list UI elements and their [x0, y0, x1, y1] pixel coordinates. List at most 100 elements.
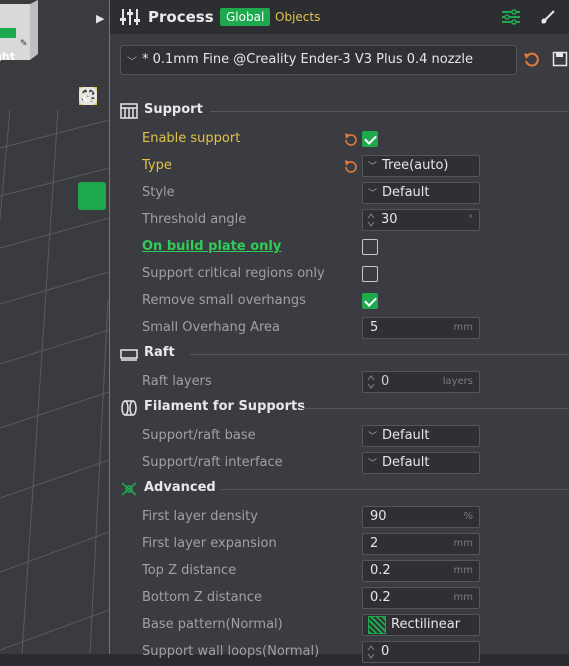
- setting-label[interactable]: On build plate only: [142, 239, 281, 254]
- section-label: Raft: [144, 345, 175, 360]
- chevron-down-icon: ﹀: [368, 432, 378, 442]
- select-value: Default: [382, 185, 430, 200]
- unit-label: mm: [453, 592, 473, 603]
- settings-list-icon[interactable]: [502, 9, 520, 25]
- process-panel: ▶ Process Global Objects ﹀ * 0.1mm Fine …: [96, 0, 569, 663]
- setting-label: Threshold angle: [142, 212, 247, 227]
- divider: [220, 489, 569, 490]
- row-on-build-plate-only: On build plate only: [110, 235, 569, 261]
- enable-support-checkbox[interactable]: [362, 131, 378, 147]
- support-critical-checkbox[interactable]: [362, 266, 378, 282]
- bottom-z-distance-input[interactable]: 0.2 mm: [362, 587, 480, 609]
- support-wall-loops-input[interactable]: 0: [362, 641, 480, 663]
- divider: [210, 111, 569, 112]
- support-raft-interface-select[interactable]: ﹀ Default: [362, 452, 480, 474]
- tab-strength[interactable]: [78, 87, 106, 146]
- tab-speed[interactable]: [78, 87, 106, 178]
- undo-icon[interactable]: [523, 51, 539, 67]
- setting-label: First layer density: [142, 509, 258, 524]
- setting-label: Support critical regions only: [142, 266, 325, 281]
- on-build-plate-only-checkbox[interactable]: [362, 239, 378, 255]
- top-z-distance-input[interactable]: 0.2 mm: [362, 560, 480, 582]
- cube-face-label: ght: [0, 50, 15, 63]
- view-cube[interactable]: ✎ ght: [0, 0, 40, 68]
- setting-label: Bottom Z distance: [142, 590, 262, 605]
- row-enable-support: Enable support: [110, 127, 569, 153]
- setting-label: Small Overhang Area: [142, 320, 281, 335]
- chevron-down-icon: ﹀: [368, 162, 378, 172]
- section-label: Advanced: [144, 480, 216, 495]
- tab-multimaterial[interactable]: [78, 87, 106, 274]
- divider: [190, 354, 569, 355]
- svg-text:✎: ✎: [20, 39, 28, 49]
- small-overhang-area-input[interactable]: 5 mm: [362, 317, 480, 339]
- clover-icon: [79, 87, 97, 105]
- type-select[interactable]: ﹀ Tree(auto): [362, 155, 480, 177]
- input-value: 0: [381, 374, 390, 389]
- unit-label: %: [463, 511, 473, 522]
- threshold-angle-input[interactable]: 30 °: [362, 209, 480, 231]
- spin-arrows-icon[interactable]: [367, 374, 375, 390]
- row-threshold-angle: Threshold angle 30 °: [110, 208, 569, 234]
- process-title: Process: [148, 8, 214, 26]
- reset-icon[interactable]: [344, 159, 358, 173]
- preset-select[interactable]: ﹀ * 0.1mm Fine @Creality Ender-3 V3 Plus…: [120, 45, 517, 75]
- section-filament-for-supports: Filament for Supports: [120, 397, 569, 419]
- unit-label: mm: [453, 322, 473, 333]
- input-value: 90: [370, 509, 387, 524]
- setting-label: First layer expansion: [142, 536, 277, 551]
- unit-label: mm: [453, 565, 473, 576]
- row-first-layer-expansion: First layer expansion 2 mm: [110, 532, 569, 558]
- spin-arrows-icon[interactable]: [367, 212, 375, 228]
- setting-label: Support/raft base: [142, 428, 256, 443]
- side-toolbar: [78, 86, 108, 278]
- collapse-arrow-icon[interactable]: ▶: [96, 12, 110, 26]
- setting-label: Top Z distance: [142, 563, 237, 578]
- section-label: Filament for Supports: [144, 399, 305, 414]
- input-value: 0: [381, 644, 390, 659]
- input-value: 5: [370, 320, 379, 335]
- setting-label: Raft layers: [142, 374, 212, 389]
- tab-support[interactable]: [78, 88, 106, 210]
- setting-label: Support/raft interface: [142, 455, 283, 470]
- raft-icon: [120, 349, 138, 361]
- tab-others[interactable]: [78, 87, 106, 242]
- save-icon[interactable]: [552, 51, 568, 67]
- select-value: Default: [382, 428, 430, 443]
- setting-label: Type: [142, 158, 172, 173]
- input-value: 0.2: [370, 590, 391, 605]
- section-raft: Raft: [120, 343, 569, 365]
- row-support-wall-loops: Support wall loops(Normal) 0: [110, 640, 569, 666]
- preset-name: * 0.1mm Fine @Creality Ender-3 V3 Plus 0…: [142, 52, 473, 67]
- unit-label: mm: [453, 538, 473, 549]
- tab-global[interactable]: Global: [220, 8, 271, 26]
- reset-icon[interactable]: [344, 132, 358, 146]
- input-value: 0.2: [370, 563, 391, 578]
- support-raft-base-select[interactable]: ﹀ Default: [362, 425, 480, 447]
- setting-label: Base pattern(Normal): [142, 617, 283, 632]
- first-layer-expansion-input[interactable]: 2 mm: [362, 533, 480, 555]
- brush-icon[interactable]: [540, 9, 556, 25]
- style-select[interactable]: ﹀ Default: [362, 182, 480, 204]
- row-first-layer-density: First layer density 90 %: [110, 505, 569, 531]
- spin-arrows-icon[interactable]: [367, 644, 375, 660]
- rectilinear-pattern-icon: [368, 616, 386, 634]
- base-pattern-select[interactable]: Rectilinear: [362, 614, 480, 636]
- row-support-critical-regions: Support critical regions only: [110, 262, 569, 288]
- select-value: Default: [382, 455, 430, 470]
- sliders-icon: [120, 9, 140, 25]
- setting-label: Style: [142, 185, 175, 200]
- raft-layers-input[interactable]: 0 layers: [362, 371, 480, 393]
- input-value: 30: [381, 212, 398, 227]
- row-small-overhang-area: Small Overhang Area 5 mm: [110, 316, 569, 342]
- 3d-viewport[interactable]: ✎ ght: [0, 0, 109, 654]
- row-support-raft-base: Support/raft base ﹀ Default: [110, 424, 569, 450]
- unit-label: layers: [442, 376, 473, 387]
- section-advanced: Advanced: [120, 478, 569, 500]
- process-header: ▶ Process Global Objects: [96, 0, 569, 34]
- tab-objects[interactable]: Objects: [275, 8, 320, 26]
- remove-small-overhangs-checkbox[interactable]: [362, 293, 378, 309]
- row-type: Type ﹀ Tree(auto): [110, 154, 569, 180]
- row-support-raft-interface: Support/raft interface ﹀ Default: [110, 451, 569, 477]
- first-layer-density-input[interactable]: 90 %: [362, 506, 480, 528]
